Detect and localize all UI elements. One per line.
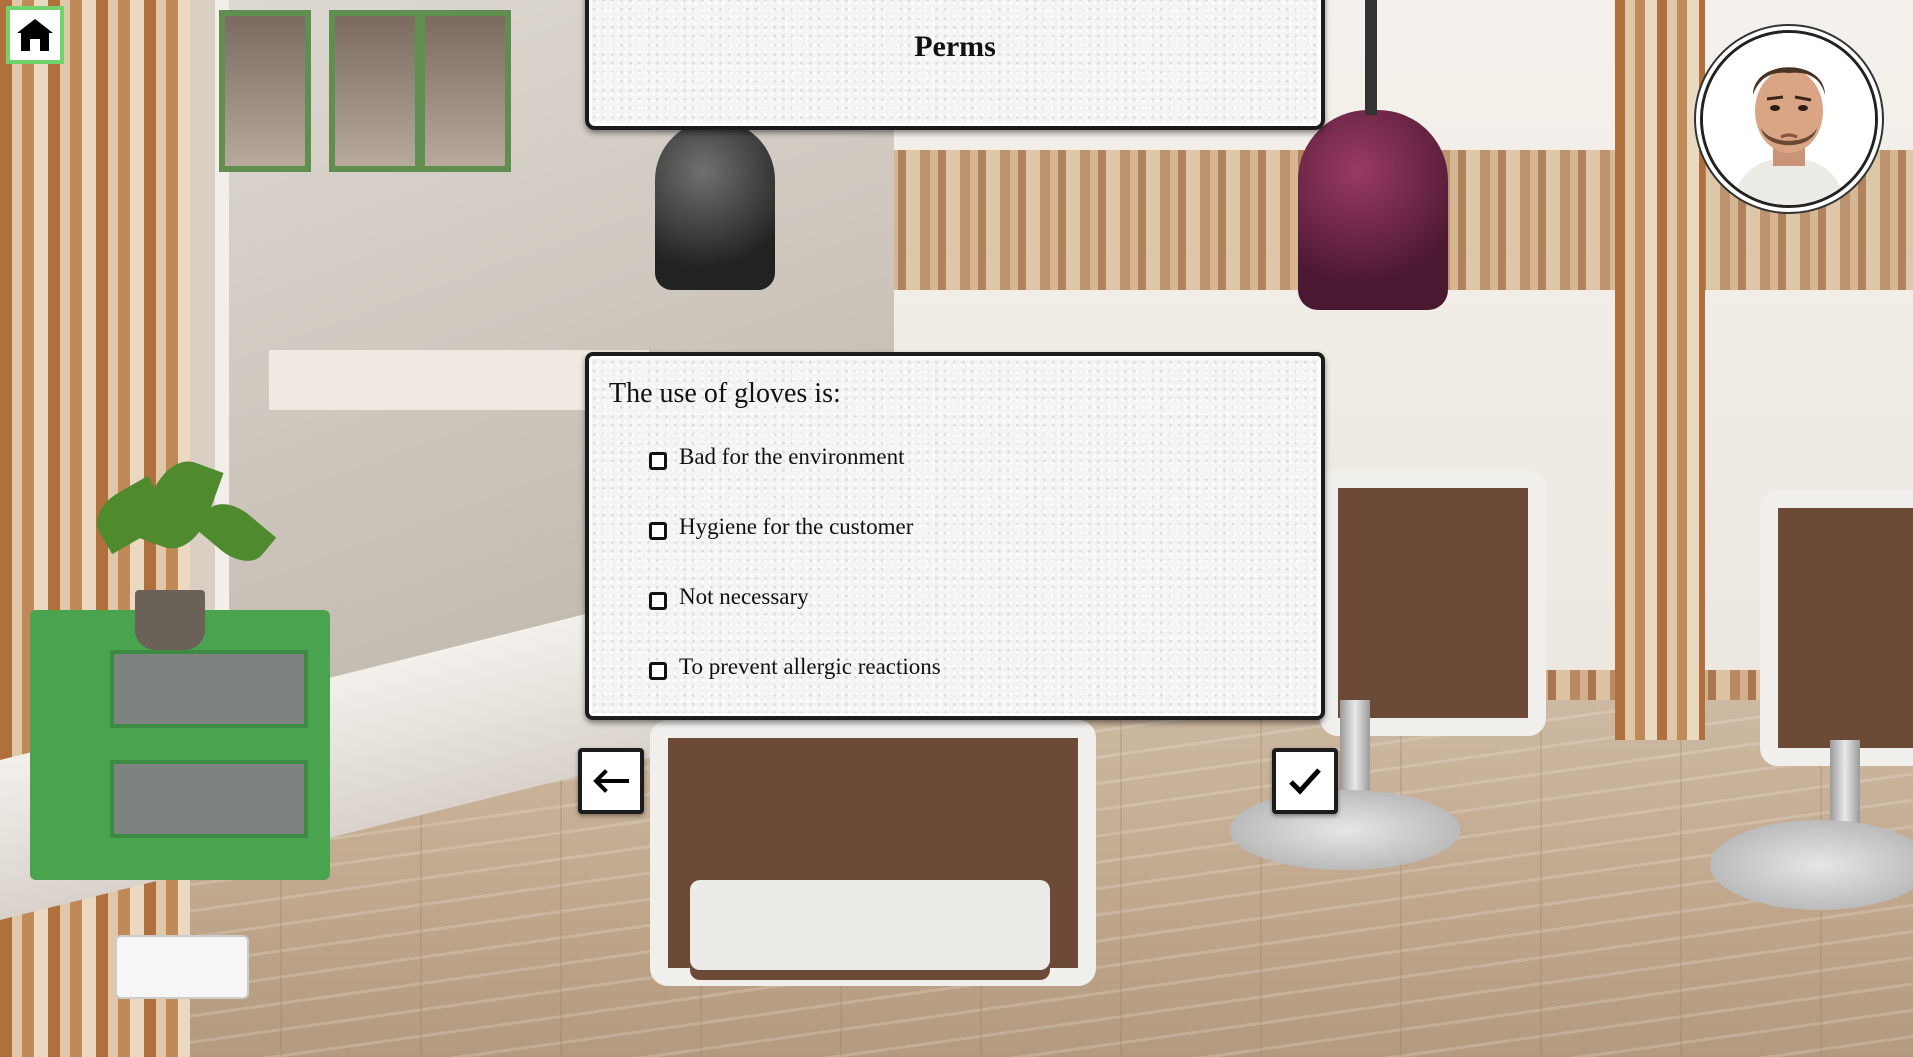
hair-dryer-hood <box>1298 110 1448 310</box>
question-text: The use of gloves is: <box>609 378 841 409</box>
arrow-left-icon <box>593 769 629 793</box>
answer-checkbox[interactable] <box>649 452 667 470</box>
back-button[interactable] <box>578 748 644 814</box>
green-cabinet <box>30 610 330 880</box>
answer-label: Hygiene for the customer <box>679 514 914 539</box>
answer-label: To prevent allergic reactions <box>679 654 941 679</box>
checkmark-icon <box>1289 768 1321 795</box>
hair-dryer-hood <box>655 120 775 290</box>
cabinet-drawer <box>110 650 308 728</box>
answer-option[interactable]: To prevent allergic reactions <box>649 654 941 680</box>
page-title: Perms <box>914 30 996 63</box>
chair-seat <box>690 880 1050 970</box>
salon-chair <box>1760 490 1913 766</box>
right-wood-pillar <box>1615 0 1705 740</box>
mirror-reflection-frame <box>419 10 511 172</box>
confirm-button[interactable] <box>1272 748 1338 814</box>
plant-pot <box>135 590 205 650</box>
customer-avatar <box>1700 30 1878 208</box>
home-button[interactable] <box>6 6 64 64</box>
answer-checkbox[interactable] <box>649 522 667 540</box>
wall-socket <box>115 935 249 999</box>
answer-label: Not necessary <box>679 584 809 609</box>
chair-base <box>1230 790 1460 870</box>
dryer-arm <box>1365 0 1377 115</box>
question-panel: The use of gloves is: Bad for the enviro… <box>585 352 1325 720</box>
customer-face-icon <box>1703 33 1875 205</box>
answer-option[interactable]: Not necessary <box>649 584 809 610</box>
mirror-reflection-frame <box>329 10 421 172</box>
topic-title-panel: Perms <box>585 0 1325 130</box>
answer-label: Bad for the environment <box>679 444 905 469</box>
answer-checkbox[interactable] <box>649 592 667 610</box>
answer-option[interactable]: Hygiene for the customer <box>649 514 913 540</box>
mirror-reflection-frame <box>219 10 311 172</box>
answer-checkbox[interactable] <box>649 662 667 680</box>
answer-option[interactable]: Bad for the environment <box>649 444 904 470</box>
cabinet-drawer <box>110 760 308 838</box>
house-icon <box>17 19 53 51</box>
salon-chair <box>1320 470 1546 736</box>
